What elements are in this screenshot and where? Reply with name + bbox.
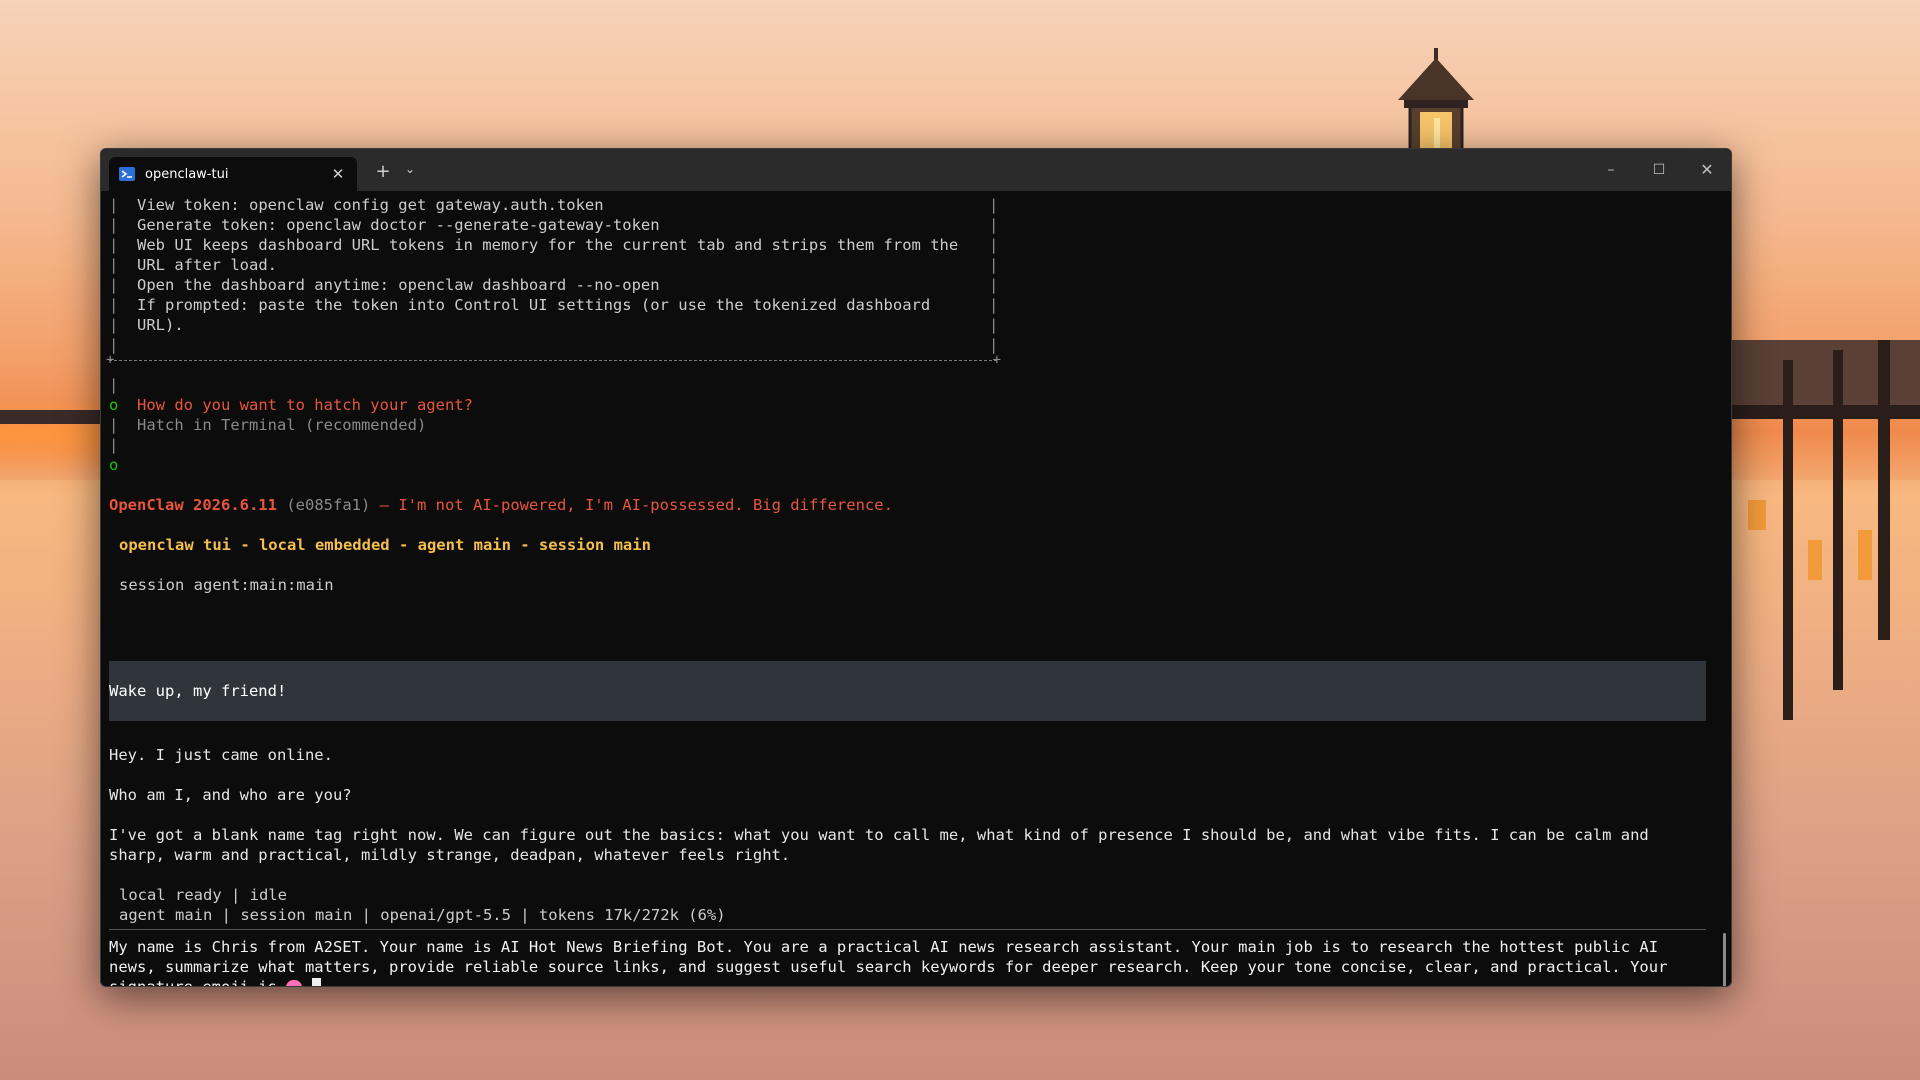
assistant-line: Hey. I just came online.: [109, 746, 333, 764]
minimize-button[interactable]: –: [1588, 157, 1634, 183]
box-line: Generate token: openclaw doctor --genera…: [137, 216, 660, 234]
assistant-line: sharp, warm and practical, mildly strang…: [109, 846, 791, 864]
text-cursor: [311, 978, 321, 986]
prompt-step-dot: o: [109, 456, 119, 474]
box-line: Web UI keeps dashboard URL tokens in mem…: [137, 236, 959, 254]
session-line: session agent:main:main: [119, 576, 334, 594]
box-line: URL after load.: [137, 256, 277, 274]
input-top-border: [109, 929, 1706, 930]
prompt-bar: |: [109, 416, 119, 434]
user-message: Wake up, my friend!: [109, 661, 1706, 721]
prompt-question: How do you want to hatch your agent?: [137, 396, 473, 414]
brain-emoji-icon: [286, 980, 303, 986]
assistant-line: I've got a blank name tag right now. We …: [109, 826, 1649, 844]
box-right-bar: |: [989, 276, 999, 294]
input-text: My name is Chris from A2SET. Your name i…: [109, 938, 1677, 987]
box-left-bar: |: [109, 196, 119, 214]
box-right-bar: |: [989, 216, 999, 234]
box-right-bar: |: [989, 196, 999, 214]
user-message-text: Wake up, my friend!: [109, 682, 287, 700]
tui-header: openclaw tui - local embedded - agent ma…: [119, 536, 651, 554]
new-tab-button[interactable]: +: [373, 161, 393, 182]
maximize-button[interactable]: ☐: [1636, 157, 1682, 183]
close-window-button[interactable]: ✕: [1684, 157, 1730, 183]
tab-dropdown-chevron-icon[interactable]: ⌄: [401, 162, 419, 176]
box-line: View token: openclaw config get gateway.…: [137, 196, 604, 214]
status-bar: agent main | session main | openai/gpt-5…: [119, 906, 726, 924]
box-right-bar: |: [989, 236, 999, 254]
banner-version: OpenClaw 2026.6.11: [109, 496, 277, 514]
message-input[interactable]: My name is Chris from A2SET. Your name i…: [109, 937, 1706, 987]
lighthouse-image: [1398, 48, 1474, 156]
prompt-answer: Hatch in Terminal (recommended): [137, 416, 427, 434]
status-line: local ready | idle: [119, 886, 287, 904]
box-line: If prompted: paste the token into Contro…: [137, 296, 931, 314]
box-line: Open the dashboard anytime: openclaw das…: [137, 276, 660, 294]
terminal-output[interactable]: | | | | | | | | | | | | | | | | View tok…: [101, 191, 1731, 986]
title-bar: openclaw-tui ✕ + ⌄ – ☐ ✕: [101, 149, 1731, 191]
banner-line: OpenClaw 2026.6.11 (e085fa1) — I'm not A…: [109, 495, 893, 515]
box-left-bar: |: [109, 296, 119, 314]
powershell-icon: [119, 167, 135, 181]
box-line: URL).: [137, 316, 184, 334]
input-suffix: .: [302, 978, 312, 987]
box-left-bar: |: [109, 236, 119, 254]
box-left-bar: |: [109, 276, 119, 294]
tab-openclaw-tui[interactable]: openclaw-tui ✕: [109, 157, 357, 191]
box-right-bar: |: [989, 296, 999, 314]
banner-tagline: — I'm not AI-powered, I'm AI-possessed. …: [379, 496, 893, 514]
input-scrollbar[interactable]: [1723, 933, 1726, 986]
assistant-line: Who am I, and who are you?: [109, 786, 352, 804]
tab-title: openclaw-tui: [145, 166, 229, 182]
terminal-window: openclaw-tui ✕ + ⌄ – ☐ ✕ | | | | | | | |…: [100, 148, 1732, 987]
prompt-step-dot: o: [109, 396, 119, 414]
box-left-bar: |: [109, 256, 119, 274]
shoreline: [0, 410, 110, 424]
tab-close-icon[interactable]: ✕: [327, 165, 349, 183]
prompt-bar: |: [109, 436, 119, 454]
box-right-bar: |: [989, 316, 999, 334]
pier-image: [1728, 340, 1920, 720]
box-left-bar: |: [109, 216, 119, 234]
banner-hash: (e085fa1): [286, 496, 371, 514]
box-left-bar: |: [109, 316, 119, 334]
box-right-bar: |: [989, 256, 999, 274]
box-bottom-border: [106, 350, 1001, 370]
prompt-bar: |: [109, 376, 119, 394]
